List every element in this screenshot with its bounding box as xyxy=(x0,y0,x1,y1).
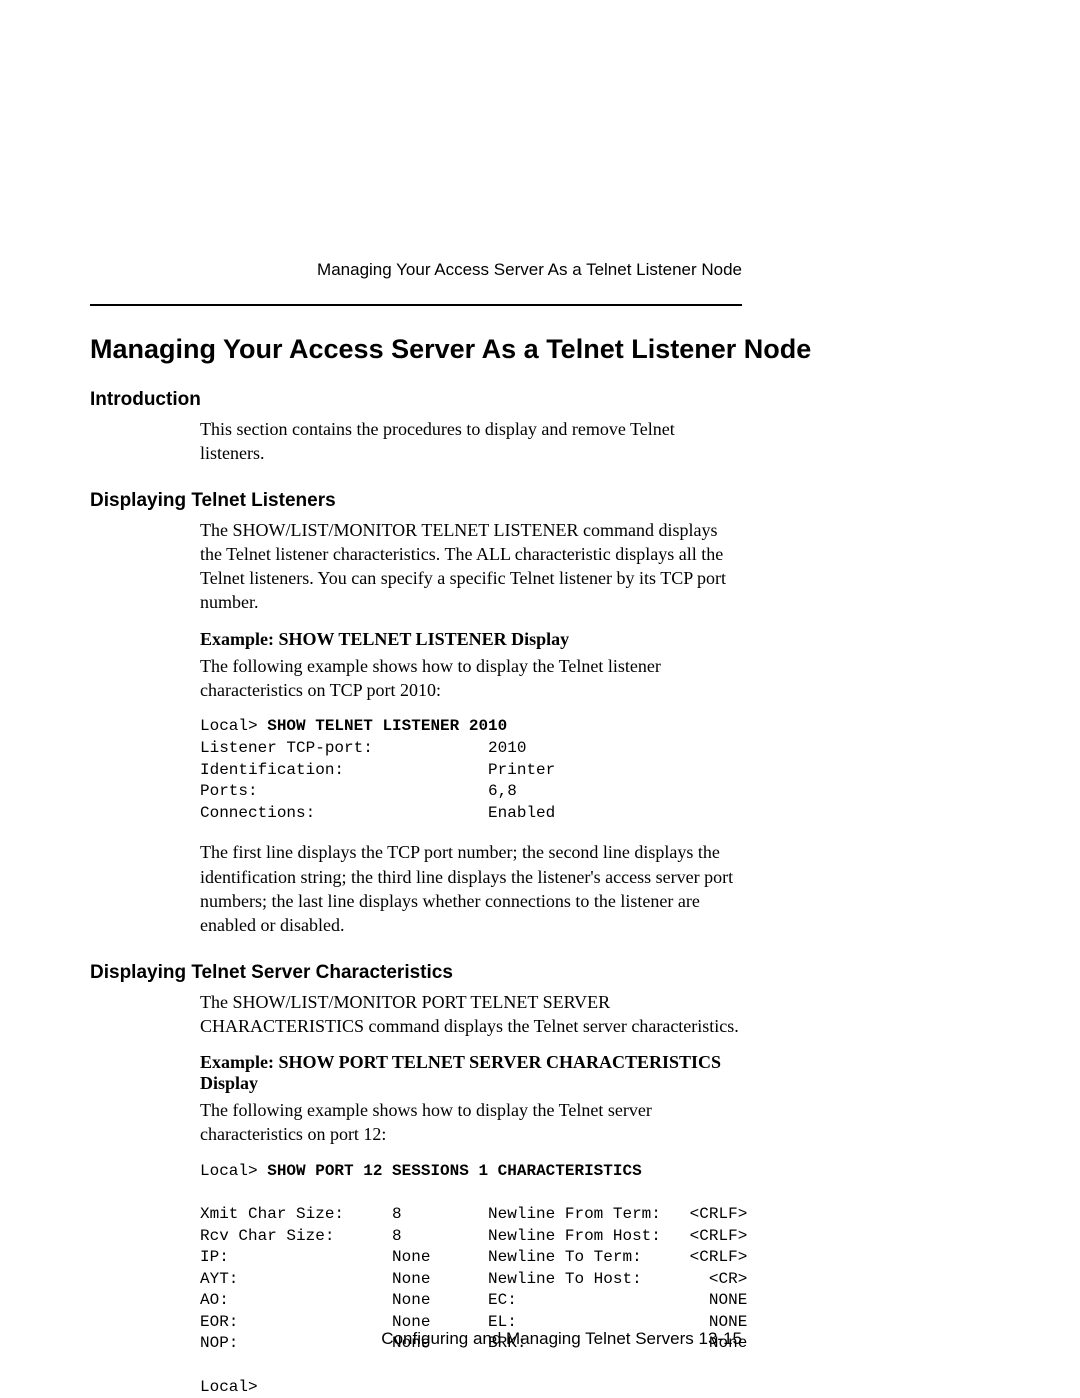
page-title: Managing Your Access Server As a Telnet … xyxy=(90,334,990,365)
disp-listeners-para3: The first line displays the TCP port num… xyxy=(200,840,742,937)
disp-listeners-example-heading: Example: SHOW TELNET LISTENER Display xyxy=(200,629,742,650)
page: Managing Your Access Server As a Telnet … xyxy=(0,0,1080,1398)
running-header: Managing Your Access Server As a Telnet … xyxy=(90,260,990,280)
header-rule xyxy=(90,304,742,306)
page-footer: Configuring and Managing Telnet Servers … xyxy=(0,1329,990,1349)
code-command: SHOW TELNET LISTENER 2010 xyxy=(267,717,507,735)
code-prompt: Local> xyxy=(200,1162,267,1180)
code-output: Listener TCP-port: 2010 Identification: … xyxy=(200,739,555,822)
code-output: Xmit Char Size: 8 Newline From Term: <CR… xyxy=(200,1205,747,1396)
disp-listeners-para1: The SHOW/LIST/MONITOR TELNET LISTENER co… xyxy=(200,518,742,615)
disp-server-example-heading: Example: SHOW PORT TELNET SERVER CHARACT… xyxy=(200,1052,742,1094)
intro-body: This section contains the procedures to … xyxy=(200,417,742,466)
intro-text: This section contains the procedures to … xyxy=(200,417,742,466)
section-heading-displaying-listeners: Displaying Telnet Listeners xyxy=(90,490,990,512)
disp-listeners-para2: The following example shows how to displ… xyxy=(200,654,742,703)
section-heading-displaying-server: Displaying Telnet Server Characteristics xyxy=(90,962,990,984)
disp-server-para1: The SHOW/LIST/MONITOR PORT TELNET SERVER… xyxy=(200,990,742,1039)
section-heading-introduction: Introduction xyxy=(90,389,990,411)
code-command: SHOW PORT 12 SESSIONS 1 CHARACTERISTICS xyxy=(267,1162,641,1180)
code-prompt: Local> xyxy=(200,717,267,735)
disp-server-code: Local> SHOW PORT 12 SESSIONS 1 CHARACTER… xyxy=(200,1161,742,1398)
disp-server-para2: The following example shows how to displ… xyxy=(200,1098,742,1147)
displaying-listeners-body: The SHOW/LIST/MONITOR TELNET LISTENER co… xyxy=(200,518,742,938)
disp-listeners-code: Local> SHOW TELNET LISTENER 2010 Listene… xyxy=(200,716,742,824)
